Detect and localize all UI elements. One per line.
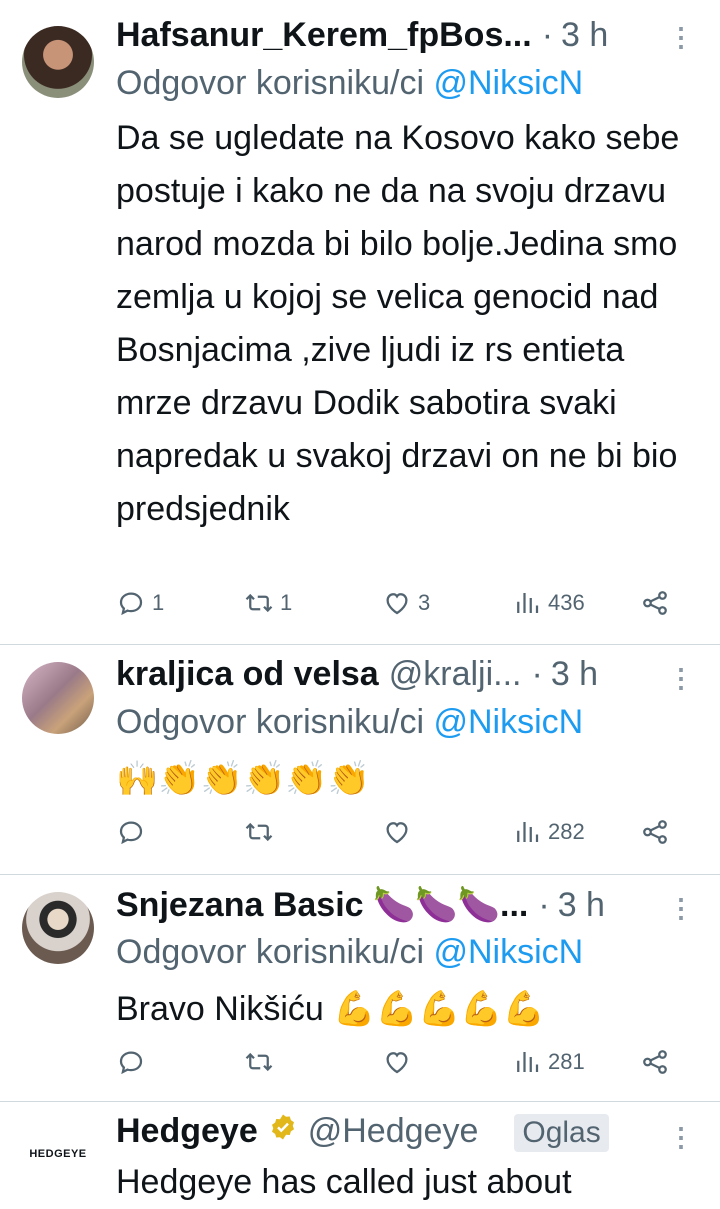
action-bar: 282 (116, 817, 680, 857)
reply-button[interactable] (116, 1047, 152, 1077)
more-icon[interactable]: ⋮ (668, 24, 694, 50)
like-count: 3 (418, 590, 431, 615)
views-button[interactable]: 281 (512, 1047, 585, 1077)
reply-to-link[interactable]: @NiksicN (433, 703, 583, 741)
like-button[interactable] (382, 1047, 418, 1077)
action-bar: 1 1 3 436 (116, 588, 680, 628)
retweet-count: 1 (280, 590, 293, 615)
reply-context: Odgovor korisniku/ci @NiksicN (116, 64, 583, 103)
like-button[interactable] (382, 817, 418, 847)
timestamp[interactable]: 3 h (551, 655, 598, 694)
share-icon (643, 591, 667, 615)
timestamp[interactable]: 3 h (558, 886, 605, 925)
share-button[interactable] (640, 588, 670, 618)
views-icon (517, 1052, 539, 1072)
tweet-header: Snjezana Basic 🍆🍆🍆... · 3 h (116, 885, 640, 925)
share-icon (643, 1050, 667, 1074)
author-handle[interactable]: @Hedgeye (308, 1112, 479, 1151)
author-handle[interactable]: @kralji... (389, 655, 522, 694)
tweet-text: Hedgeye has called just about (116, 1163, 572, 1201)
avatar[interactable] (22, 26, 94, 98)
retweet-icon (245, 593, 273, 613)
tweet-text: Bravo Nikšiću 💪💪💪💪💪 (116, 990, 545, 1028)
reply-prefix: Odgovor korisniku/ci (116, 703, 425, 741)
share-button[interactable] (640, 1047, 670, 1077)
tweet-header: kraljica od velsa @kralji... · 3 h (116, 655, 640, 694)
like-button[interactable]: 3 (382, 588, 430, 618)
heart-icon (386, 593, 408, 615)
reply-icon (119, 821, 143, 845)
separator-dot: · (531, 655, 543, 693)
tweet-text: 🙌👏👏👏👏👏 (116, 760, 371, 798)
share-button[interactable] (640, 817, 670, 847)
share-icon (643, 820, 667, 844)
author-name[interactable]: kraljica od velsa (116, 655, 379, 694)
separator-dot: · (538, 886, 550, 924)
tweet[interactable]: kraljica od velsa @kralji... · 3 h ⋮ Odg… (0, 645, 720, 875)
tweet-header: Hedgeye @Hedgeye Oglas (116, 1112, 700, 1152)
reply-to-link[interactable]: @NiksicN (433, 64, 583, 102)
heart-icon (386, 822, 408, 844)
reply-icon (119, 592, 143, 616)
verified-badge-icon (271, 1114, 294, 1140)
author-name[interactable]: Hafsanur_Kerem_fpBos... (116, 16, 532, 55)
separator-dot: · (541, 16, 554, 54)
heart-icon (386, 1052, 408, 1074)
reply-prefix: Odgovor korisniku/ci (116, 933, 425, 971)
retweet-button[interactable]: 1 (244, 588, 292, 618)
views-count: 281 (548, 1049, 585, 1074)
retweet-icon (245, 822, 273, 842)
avatar[interactable]: HEDGEYE (22, 1118, 94, 1190)
reply-to-link[interactable]: @NiksicN (433, 933, 583, 971)
tweet[interactable]: Snjezana Basic 🍆🍆🍆... · 3 h ⋮ Odgovor ko… (0, 875, 720, 1102)
tweet[interactable]: Hafsanur_Kerem_fpBos... · 3 h ⋮ Odgovor … (0, 0, 720, 645)
reply-context: Odgovor korisniku/ci @NiksicN (116, 933, 583, 972)
tweet-text: Da se ugledate na Kosovo kako sebe postu… (116, 119, 680, 528)
more-icon[interactable]: ⋮ (668, 895, 694, 921)
avatar-logo-text: HEDGEYE (29, 1148, 87, 1160)
author-name[interactable]: Snjezana Basic 🍆🍆🍆... (116, 885, 528, 925)
retweet-button[interactable] (244, 1047, 280, 1077)
views-count: 436 (548, 590, 585, 615)
views-button[interactable]: 436 (512, 588, 585, 618)
reply-button[interactable]: 1 (116, 588, 164, 618)
reply-context: Odgovor korisniku/ci @NiksicN (116, 703, 583, 742)
more-icon[interactable]: ⋮ (668, 1124, 694, 1150)
retweet-icon (245, 1052, 273, 1072)
ad-badge: Oglas (514, 1114, 609, 1152)
promoted-tweet[interactable]: HEDGEYE Hedgeye @Hedgeye Oglas ⋮ Hedgeye… (0, 1102, 720, 1206)
views-button[interactable]: 282 (512, 817, 585, 847)
reply-button[interactable] (116, 817, 152, 847)
more-icon[interactable]: ⋮ (668, 665, 694, 691)
tweet-header: Hafsanur_Kerem_fpBos... · 3 h (116, 16, 640, 55)
views-count: 282 (548, 819, 585, 844)
timestamp[interactable]: 3 h (561, 16, 608, 55)
author-name[interactable]: Hedgeye (116, 1112, 258, 1151)
views-icon (517, 822, 539, 842)
reply-prefix: Odgovor korisniku/ci (116, 64, 425, 102)
views-icon (517, 593, 539, 613)
reply-count: 1 (152, 590, 165, 615)
action-bar: 281 (116, 1047, 680, 1087)
retweet-button[interactable] (244, 817, 280, 847)
avatar[interactable] (22, 892, 94, 964)
reply-icon (119, 1051, 143, 1075)
avatar[interactable] (22, 662, 94, 734)
